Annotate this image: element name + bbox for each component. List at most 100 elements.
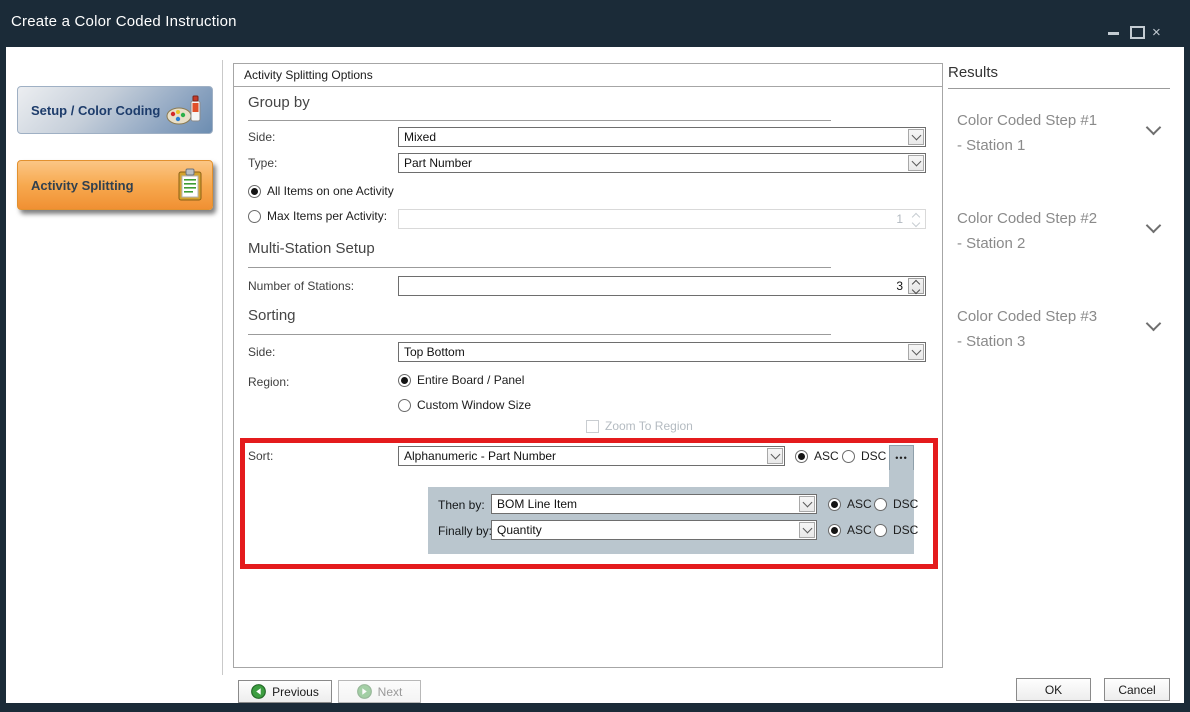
sorting-side-label: Side: bbox=[248, 345, 275, 359]
result-step-1[interactable]: Color Coded Step #1 - Station 1 bbox=[957, 108, 1172, 158]
result-step-text: Color Coded Step #1 - Station 1 bbox=[957, 108, 1172, 158]
then-by-asc-radio[interactable] bbox=[828, 498, 841, 511]
results-divider bbox=[948, 88, 1170, 89]
then-by-select[interactable]: BOM Line Item bbox=[491, 494, 817, 514]
close-icon: × bbox=[1152, 24, 1161, 41]
chevron-down-icon bbox=[911, 157, 921, 167]
section-divider bbox=[248, 120, 831, 121]
result-step-line2: - Station 3 bbox=[957, 329, 1172, 354]
chevron-down-icon bbox=[802, 498, 812, 508]
result-step-line1: Color Coded Step #2 bbox=[957, 206, 1172, 231]
spinner-buttons[interactable] bbox=[908, 278, 924, 294]
minimize-icon bbox=[1108, 32, 1119, 35]
cancel-button[interactable]: Cancel bbox=[1104, 678, 1170, 701]
sort-label: Sort: bbox=[248, 449, 273, 463]
sort-select[interactable]: Alphanumeric - Part Number bbox=[398, 446, 785, 466]
sidebar-item-label: Activity Splitting bbox=[31, 178, 134, 193]
previous-button[interactable]: Previous bbox=[238, 680, 332, 703]
spinner-buttons bbox=[908, 211, 924, 227]
maximize-icon bbox=[1130, 26, 1145, 39]
chevron-down-icon bbox=[911, 346, 921, 356]
more-sort-options-button[interactable]: ••• bbox=[889, 445, 914, 471]
sidebar-item-activity-splitting[interactable]: Activity Splitting bbox=[17, 160, 213, 210]
combo-value: Alphanumeric - Part Number bbox=[404, 449, 556, 463]
activity-splitting-options-panel: Activity Splitting Options Group by Side… bbox=[233, 63, 943, 668]
minimize-button[interactable] bbox=[1108, 32, 1119, 35]
combo-value: Mixed bbox=[404, 130, 436, 144]
combo-value: Quantity bbox=[497, 523, 542, 537]
close-button[interactable]: × bbox=[1152, 24, 1161, 42]
then-by-asc-label: ASC bbox=[847, 497, 872, 511]
section-title-multi-station: Multi-Station Setup bbox=[248, 240, 375, 257]
max-items-radio[interactable] bbox=[248, 210, 261, 223]
sort-asc-label: ASC bbox=[814, 449, 839, 463]
dropdown-button[interactable] bbox=[908, 155, 924, 171]
cancel-label: Cancel bbox=[1118, 683, 1155, 697]
dropdown-button[interactable] bbox=[908, 129, 924, 145]
window: Create a Color Coded Instruction × Setup… bbox=[0, 0, 1190, 712]
region-label: Region: bbox=[248, 375, 289, 389]
max-items-spinner: 1 bbox=[398, 209, 926, 229]
all-items-label: All Items on one Activity bbox=[267, 184, 394, 198]
chevron-down-icon bbox=[912, 286, 920, 294]
results-title: Results bbox=[948, 64, 998, 81]
sort-panel-connector bbox=[889, 470, 914, 488]
secondary-sort-panel: Then by: BOM Line Item ASC DSC Finally b… bbox=[428, 487, 914, 554]
finally-by-asc-radio[interactable] bbox=[828, 524, 841, 537]
group-by-type-select[interactable]: Part Number bbox=[398, 153, 926, 173]
sort-dsc-label: DSC bbox=[861, 449, 886, 463]
finally-by-select[interactable]: Quantity bbox=[491, 520, 817, 540]
dropdown-button[interactable] bbox=[799, 496, 815, 512]
dropdown-button[interactable] bbox=[908, 344, 924, 360]
result-step-text: Color Coded Step #2 - Station 2 bbox=[957, 206, 1172, 256]
result-step-line2: - Station 2 bbox=[957, 231, 1172, 256]
then-by-dsc-radio[interactable] bbox=[874, 498, 887, 511]
result-step-line1: Color Coded Step #1 bbox=[957, 108, 1172, 133]
max-items-label: Max Items per Activity: bbox=[267, 209, 387, 223]
combo-value: BOM Line Item bbox=[497, 497, 577, 511]
sort-asc-radio[interactable] bbox=[795, 450, 808, 463]
custom-window-radio[interactable] bbox=[398, 399, 411, 412]
sort-dsc-radio[interactable] bbox=[842, 450, 855, 463]
combo-value: Top Bottom bbox=[404, 345, 465, 359]
dropdown-button[interactable] bbox=[767, 448, 783, 464]
combo-value: Part Number bbox=[404, 156, 472, 170]
zoom-to-region-label: Zoom To Region bbox=[605, 419, 693, 433]
spinner-value: 1 bbox=[896, 212, 903, 226]
section-title-sorting: Sorting bbox=[248, 307, 296, 324]
stations-spinner[interactable]: 3 bbox=[398, 276, 926, 296]
ok-button[interactable]: OK bbox=[1016, 678, 1091, 701]
finally-by-label: Finally by: bbox=[438, 524, 492, 538]
window-bottom-border bbox=[0, 703, 1190, 712]
maximize-button[interactable] bbox=[1130, 26, 1145, 39]
then-by-label: Then by: bbox=[438, 498, 485, 512]
result-step-text: Color Coded Step #3 - Station 3 bbox=[957, 304, 1172, 354]
result-step-line1: Color Coded Step #3 bbox=[957, 304, 1172, 329]
chevron-down-icon bbox=[770, 450, 780, 460]
group-by-side-select[interactable]: Mixed bbox=[398, 127, 926, 147]
section-title-group-by: Group by bbox=[248, 94, 310, 111]
all-items-radio[interactable] bbox=[248, 185, 261, 198]
chevron-down-icon bbox=[911, 131, 921, 141]
dropdown-button[interactable] bbox=[799, 522, 815, 538]
window-title: Create a Color Coded Instruction bbox=[11, 13, 237, 30]
finally-by-asc-label: ASC bbox=[847, 523, 872, 537]
previous-arrow-icon bbox=[251, 684, 266, 699]
finally-by-dsc-radio[interactable] bbox=[874, 524, 887, 537]
result-step-3[interactable]: Color Coded Step #3 - Station 3 bbox=[957, 304, 1172, 354]
entire-board-radio[interactable] bbox=[398, 374, 411, 387]
chevron-down-icon bbox=[912, 219, 920, 227]
previous-label: Previous bbox=[272, 685, 319, 699]
next-arrow-icon bbox=[357, 684, 372, 699]
clipboard-icon bbox=[176, 168, 204, 202]
finally-by-dsc-label: DSC bbox=[893, 523, 918, 537]
sidebar-item-setup-color-coding[interactable]: Setup / Color Coding bbox=[17, 86, 213, 134]
section-divider bbox=[248, 267, 831, 268]
spinner-value: 3 bbox=[896, 279, 903, 293]
sorting-side-select[interactable]: Top Bottom bbox=[398, 342, 926, 362]
side-label: Side: bbox=[248, 130, 275, 144]
ellipsis-icon: ••• bbox=[895, 454, 907, 463]
result-step-2[interactable]: Color Coded Step #2 - Station 2 bbox=[957, 206, 1172, 256]
ok-label: OK bbox=[1045, 683, 1062, 697]
sidebar-divider bbox=[222, 60, 223, 675]
